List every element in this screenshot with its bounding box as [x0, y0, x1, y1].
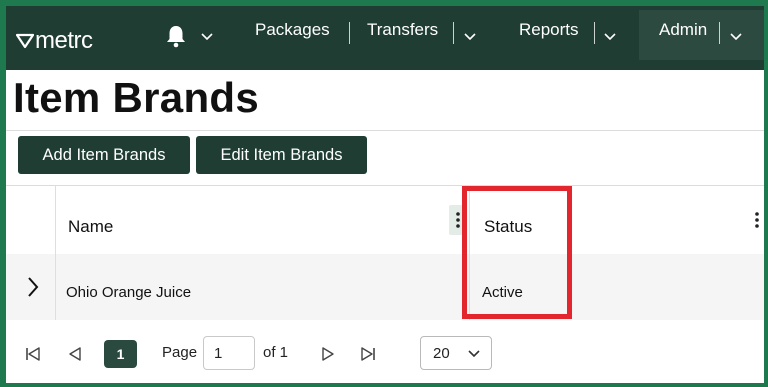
next-page-icon[interactable] — [321, 347, 335, 361]
bell-icon[interactable] — [165, 24, 187, 48]
page-title: Item Brands — [13, 74, 260, 121]
nav-separator — [453, 22, 454, 44]
nav-transfers[interactable]: Transfers — [367, 20, 438, 40]
page-number-input[interactable] — [203, 336, 255, 370]
nav-admin[interactable]: Admin — [659, 20, 707, 40]
nav-separator — [594, 22, 595, 44]
column-menu-icon[interactable] — [748, 205, 764, 235]
page-size-select[interactable]: 20 — [420, 336, 492, 370]
chevron-down-icon[interactable] — [729, 32, 743, 42]
chevron-down-icon — [468, 350, 480, 358]
bottom-strip — [6, 374, 764, 383]
first-page-icon[interactable] — [25, 347, 41, 361]
nav-separator — [349, 22, 350, 44]
prev-page-icon[interactable] — [68, 347, 82, 361]
nav-reports[interactable]: Reports — [519, 20, 579, 40]
column-divider — [55, 186, 56, 254]
chevron-down-icon[interactable] — [463, 32, 477, 42]
column-header-name[interactable]: Name — [68, 217, 113, 237]
top-nav: metrc Packages Transfers Reports Admin — [6, 6, 764, 70]
page-frame: metrc Packages Transfers Reports Admin I… — [6, 6, 764, 383]
column-divider — [55, 254, 56, 320]
last-page-icon[interactable] — [360, 347, 376, 361]
table-row[interactable]: Ohio Orange Juice Active — [6, 254, 764, 320]
nav-packages[interactable]: Packages — [255, 20, 330, 40]
nav-admin-menu[interactable]: Admin — [639, 10, 764, 60]
edit-item-brands-button[interactable]: Edit Item Brands — [196, 136, 367, 174]
grid-header: Name Status — [6, 186, 764, 254]
cell-name: Ohio Orange Juice — [66, 284, 192, 301]
chevron-down-icon[interactable] — [200, 32, 214, 42]
divider — [6, 130, 764, 131]
metrc-logo-icon — [16, 33, 34, 49]
kebab-icon — [755, 212, 759, 228]
chevron-down-icon[interactable] — [603, 32, 617, 42]
highlight-box — [462, 186, 572, 319]
page-label: Page — [162, 344, 198, 361]
current-page-button[interactable]: 1 — [104, 340, 137, 368]
page-count-label: of 1 — [263, 344, 289, 361]
metrc-logo[interactable]: metrc — [16, 26, 93, 56]
nav-separator — [719, 22, 720, 44]
logo-text: metrc — [35, 27, 93, 54]
page-size-value: 20 — [433, 344, 450, 362]
add-item-brands-button[interactable]: Add Item Brands — [18, 136, 190, 174]
kebab-icon — [456, 212, 460, 228]
pager: 1 Page of 1 20 — [6, 320, 764, 374]
expand-row-icon[interactable] — [26, 276, 40, 298]
